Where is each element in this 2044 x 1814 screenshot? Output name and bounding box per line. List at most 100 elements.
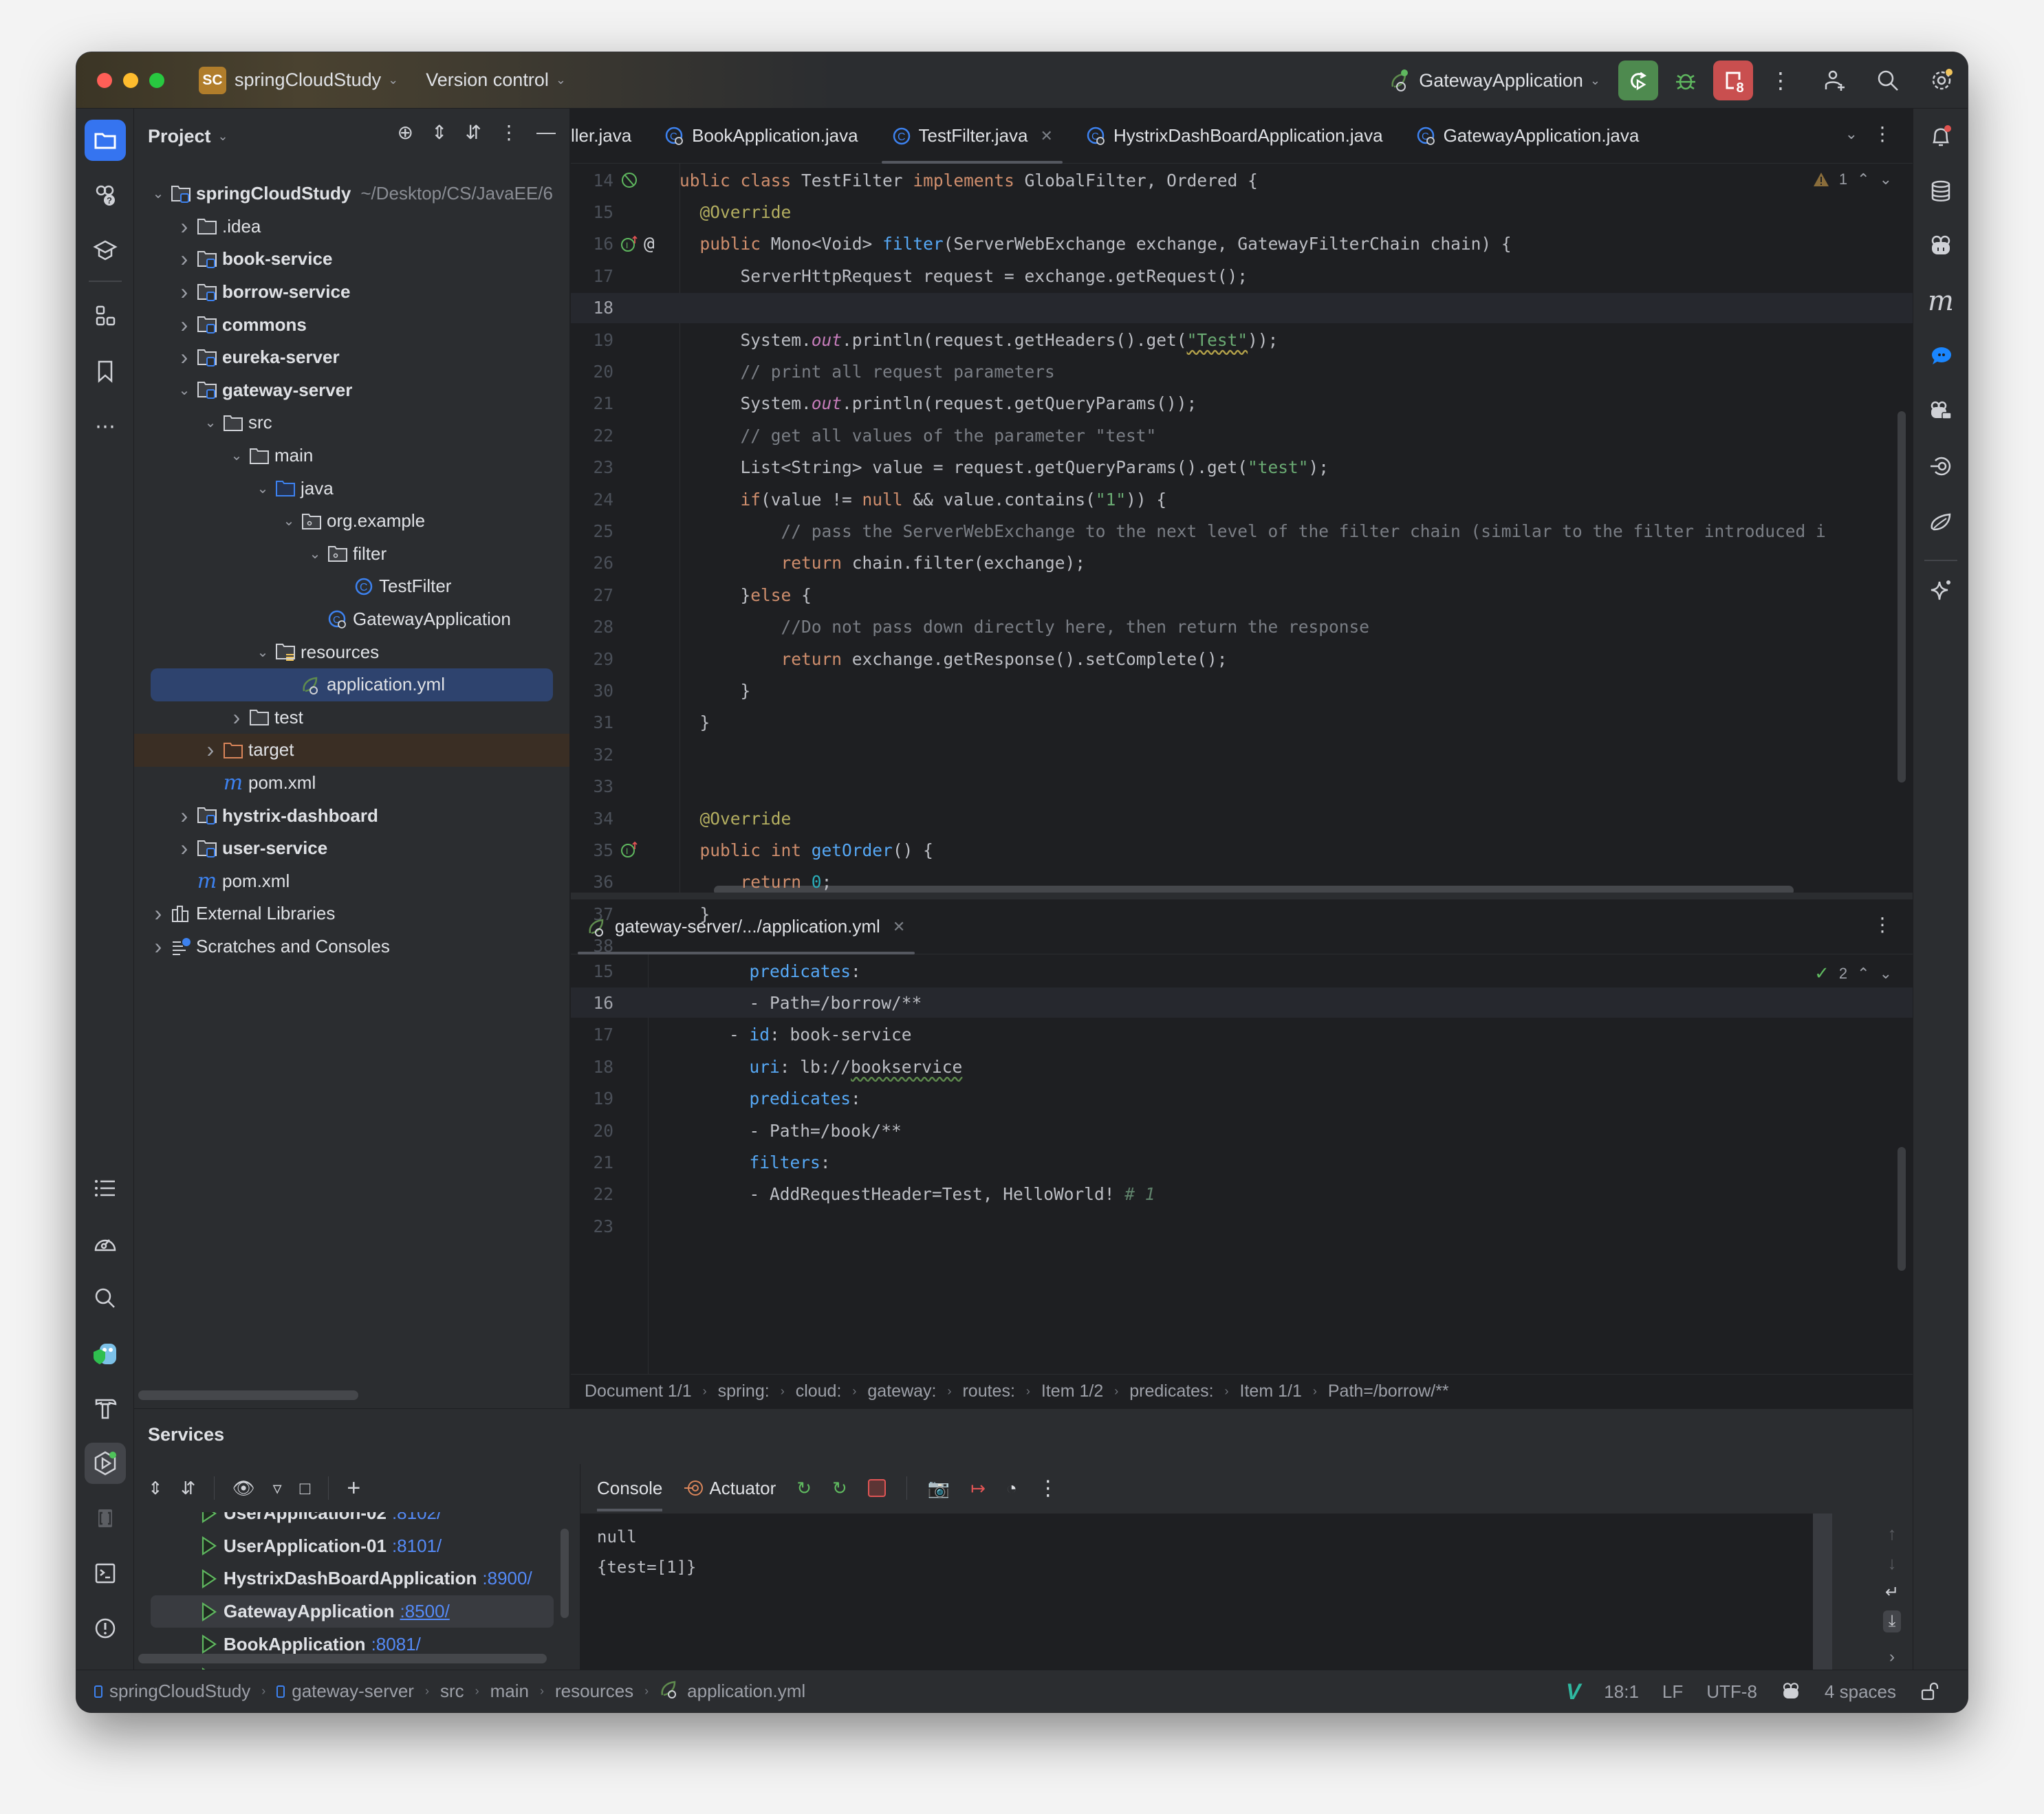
breadcrumb-item[interactable]: main (490, 1681, 529, 1702)
chevron-down-icon[interactable]: ⌄ (226, 447, 247, 464)
code-line[interactable]: 35 I public int getOrder() { (571, 835, 1913, 865)
tree-item[interactable]: ⌄ springCloudStudy ~/Desktop/CS/JavaEE/6 (134, 177, 569, 210)
line-number[interactable]: 17 (571, 1025, 613, 1045)
line-number[interactable]: 16 (571, 234, 613, 254)
hide-panel-icon[interactable]: — (536, 121, 556, 144)
rerun-button[interactable] (1618, 61, 1658, 100)
caret-position[interactable]: 18:1 (1604, 1681, 1639, 1703)
chevron-right-icon[interactable]: › (174, 835, 195, 861)
collapse-all-icon[interactable]: ⇵ (466, 121, 481, 144)
project-tree-scrollbar[interactable] (138, 1390, 358, 1400)
options-icon[interactable]: ⋮ (499, 121, 519, 144)
line-number[interactable]: 21 (571, 1152, 613, 1172)
more-tools-button[interactable]: ⋯ (85, 406, 126, 447)
code-with-me-button[interactable] (1820, 67, 1848, 94)
editor-tab[interactable]: C HystrixDashBoardApplication.java (1069, 109, 1400, 164)
tab-actuator[interactable]: Actuator (683, 1478, 776, 1499)
line-number[interactable]: 26 (571, 553, 613, 573)
vim-icon[interactable]: V (1566, 1679, 1580, 1705)
code-line[interactable]: 21 System.out.println(request.getQueryPa… (571, 389, 1913, 419)
todo-tool-button[interactable] (85, 1168, 126, 1209)
tree-item[interactable]: m pom.xml (134, 767, 569, 800)
services-vscrollbar[interactable] (561, 1529, 569, 1618)
chevron-down-icon[interactable]: ⌄ (279, 512, 299, 529)
line-number[interactable]: 22 (571, 426, 613, 446)
code-line[interactable]: 15 predicates: (571, 956, 1913, 986)
line-number[interactable]: 24 (571, 490, 613, 510)
line-number[interactable]: 17 (571, 266, 613, 286)
new-tab-icon[interactable]: □ (300, 1478, 311, 1499)
line-number[interactable]: 33 (571, 776, 613, 796)
line-separator[interactable]: LF (1662, 1681, 1683, 1703)
line-number[interactable]: 18 (571, 298, 613, 318)
line-number[interactable]: 25 (571, 521, 613, 541)
close-icon[interactable]: ✕ (893, 918, 905, 936)
tree-item[interactable]: › user-service (134, 832, 569, 865)
copilot-button[interactable] (1920, 226, 1961, 267)
tree-item[interactable]: › test (134, 701, 569, 734)
sql-tool-button[interactable] (85, 1498, 126, 1539)
arrow-up-icon[interactable]: ↑ (1888, 1523, 1897, 1544)
chevron-down-icon[interactable]: ⌄ (148, 185, 168, 202)
spring-button[interactable] (1920, 501, 1961, 542)
code-line[interactable]: 30 } (571, 675, 1913, 706)
line-number[interactable]: 23 (571, 1216, 613, 1236)
breadcrumb-item[interactable]: predicates: (1129, 1381, 1213, 1401)
breadcrumb-item[interactable]: springCloudStudy (109, 1681, 250, 1702)
tree-item[interactable]: › commons (134, 308, 569, 341)
code-line[interactable]: 20 // print all request parameters (571, 356, 1913, 386)
stop-all-button[interactable]: 8 (1713, 61, 1753, 100)
line-number[interactable]: 28 (571, 617, 613, 637)
tree-item[interactable]: ⌄ src (134, 406, 569, 439)
service-port-link[interactable]: :8900/ (482, 1568, 532, 1589)
bookmarks-tool-button[interactable] (85, 351, 126, 392)
code-line[interactable]: 16 - Path=/borrow/** (571, 987, 1913, 1018)
more-actions-button[interactable]: ⋮ (1767, 67, 1794, 94)
breadcrumb-item[interactable]: src (440, 1681, 464, 1702)
breadcrumb-item[interactable]: routes: (962, 1381, 1014, 1401)
code-line[interactable]: 23 (571, 1211, 1913, 1241)
chevron-right-icon[interactable]: › (174, 246, 195, 272)
line-number[interactable]: 15 (571, 202, 613, 222)
line-number[interactable]: 29 (571, 649, 613, 669)
search-everywhere-button[interactable] (1874, 67, 1902, 94)
gopher-plugin-button[interactable] (85, 1333, 126, 1374)
tree-item[interactable]: › Scratches and Consoles (134, 930, 569, 963)
line-number[interactable]: 22 (571, 1184, 613, 1204)
code-line[interactable]: 31 } (571, 708, 1913, 738)
line-number[interactable]: 30 (571, 681, 613, 701)
code-line[interactable]: 21 filters: (571, 1147, 1913, 1177)
line-number[interactable]: 19 (571, 1089, 613, 1108)
copilot-chat-button[interactable] (1920, 391, 1961, 432)
code-line[interactable]: 32 (571, 739, 1913, 769)
code-line[interactable]: 18 (571, 292, 1913, 323)
tree-item[interactable]: ⌄ java (134, 472, 569, 505)
breadcrumb-item[interactable]: Document 1/1 (585, 1381, 692, 1401)
breadcrumb-item[interactable]: application.yml (687, 1681, 805, 1702)
chevron-right-icon[interactable]: › (200, 737, 221, 763)
ai-assistant-button[interactable] (1920, 569, 1961, 611)
chevron-down-icon[interactable]: ⌄ (200, 414, 221, 431)
education-tool-button[interactable] (85, 230, 126, 271)
exit-icon[interactable]: ↦ (970, 1478, 986, 1499)
tabs-more-icon[interactable]: ⋮ (1873, 122, 1892, 145)
close-window-button[interactable] (97, 72, 112, 88)
service-item[interactable]: HystrixDashBoardApplication:8900/ (151, 1562, 554, 1595)
code-line[interactable]: 26 return chain.filter(exchange); (571, 548, 1913, 578)
breadcrumb-item[interactable]: Item 1/2 (1041, 1381, 1103, 1401)
rerun-icon[interactable]: ↻ (796, 1478, 812, 1499)
console-scrollbar[interactable] (1813, 1514, 1832, 1670)
tree-item[interactable]: › borrow-service (134, 276, 569, 309)
split-more-icon[interactable]: ⋮ (1873, 913, 1892, 936)
yml-code-editor[interactable]: ✓ 2 ⌃ ⌄ 15 predicates: 16 - Path=/borrow/… (571, 954, 1913, 1374)
line-number[interactable]: 20 (571, 1121, 613, 1141)
chevron-right-icon[interactable]: › (226, 705, 247, 730)
line-number[interactable]: 16 (571, 993, 613, 1013)
code-line[interactable]: 19 System.out.println(request.getHeaders… (571, 325, 1913, 355)
code-line[interactable]: 14 ublic class TestFilter implements Glob… (571, 165, 1913, 195)
service-item[interactable]: GatewayApplication:8500/ (151, 1595, 554, 1628)
breadcrumb-item[interactable]: gateway-server (292, 1681, 414, 1702)
service-item[interactable]: UserApplication-02:8102/ (151, 1512, 554, 1530)
problems-tool-button[interactable] (85, 1608, 126, 1649)
line-number[interactable]: 19 (571, 330, 613, 350)
